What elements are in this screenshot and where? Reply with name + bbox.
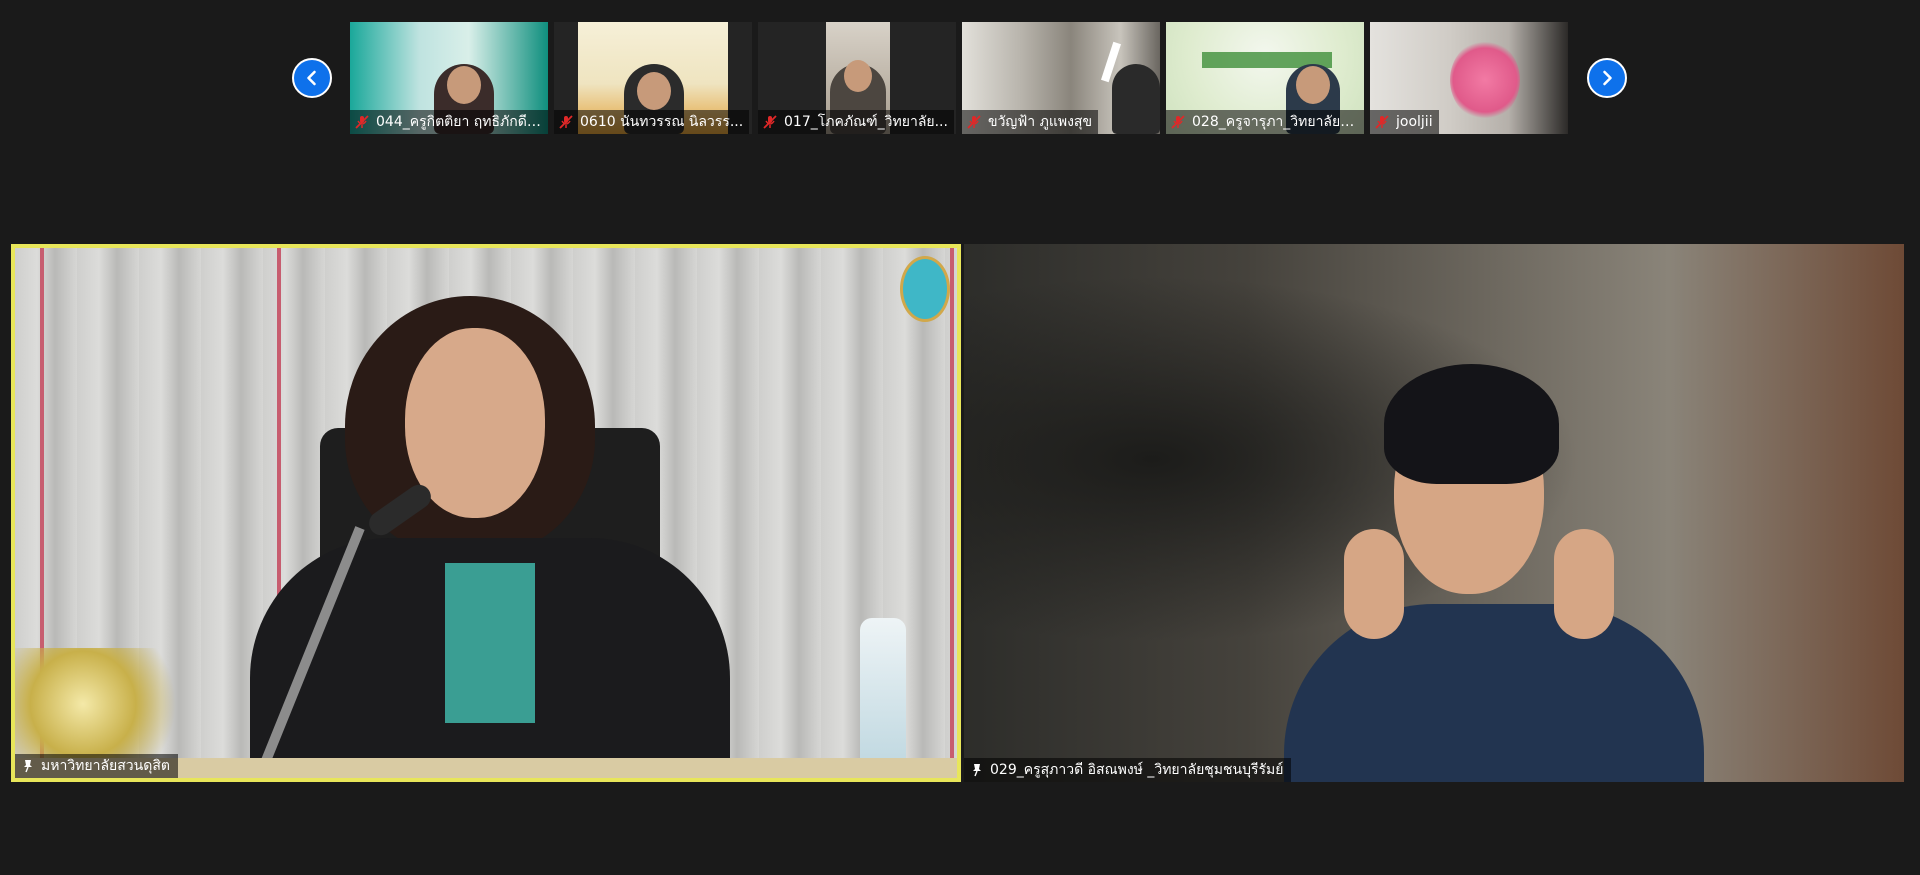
participant-name: 0610 นันทวรรณ นิลวรร... [580,114,744,130]
participant-thumbnail[interactable]: 017_โภคภัณฑ์_วิทยาลัย... [758,22,956,134]
microphone-muted-icon [1375,115,1389,129]
participant-name-label: 017_โภคภัณฑ์_วิทยาลัย... [758,110,954,134]
participant-thumbnail[interactable]: 028_ครูจารุภา_วิทยาลัยชุ... [1166,22,1364,134]
participant-name-label: 044_ครูกิตติยา ฤทธิภักดี_... [350,110,548,134]
chevron-left-icon [307,70,316,86]
participant-name: มหาวิทยาลัยสวนดุสิต [41,758,170,774]
chevron-right-icon [1603,70,1612,86]
participant-name: ขวัญฟ้า ภูแพงสุข [988,114,1093,130]
pin-icon [973,764,981,777]
participant-thumbnail[interactable]: ขวัญฟ้า ภูแพงสุข [962,22,1160,134]
participant-name-label: 0610 นันทวรรณ นิลวรร... [554,110,750,134]
participant-video-tile[interactable]: 029_ครูสุภาวดี อิสณพงษ์ _วิทยาลัยชุมชนบุ… [964,244,1904,782]
participant-thumbnail-strip: 044_ครูกิตติยา ฤทธิภักดี_... 0610 นันทวร… [0,0,1920,140]
microphone-muted-icon [355,115,369,129]
microphone-muted-icon [967,115,981,129]
pin-icon [24,760,32,773]
participant-name-label: 029_ครูสุภาวดี อิสณพงษ์ _วิทยาลัยชุมชนบุ… [964,758,1292,782]
participant-thumbnail[interactable]: 044_ครูกิตติยา ฤทธิภักดี_... [350,22,548,134]
participant-name-label: มหาวิทยาลัยสวนดุสิต [15,754,178,778]
institution-logo [900,256,950,322]
microphone-muted-icon [763,115,777,129]
participant-name-label: ขวัญฟ้า ภูแพงสุข [962,110,1099,134]
participant-name: 044_ครูกิตติยา ฤทธิภักดี_... [376,114,542,130]
active-speaker-video-tile[interactable]: มหาวิทยาลัยสวนดุสิต [11,244,961,782]
participant-thumbnail[interactable]: 0610 นันทวรรณ นิลวรร... [554,22,752,134]
participant-name: jooljii [1396,114,1433,130]
microphone-muted-icon [1171,115,1185,129]
participant-name-label: 028_ครูจารุภา_วิทยาลัยชุ... [1166,110,1364,134]
previous-page-button[interactable] [292,58,332,98]
participant-name: 029_ครูสุภาวดี อิสณพงษ์ _วิทยาลัยชุมชนบุ… [990,762,1284,778]
next-page-button[interactable] [1587,58,1627,98]
participant-name: 028_ครูจารุภา_วิทยาลัยชุ... [1192,114,1358,130]
participant-name: 017_โภคภัณฑ์_วิทยาลัย... [784,114,948,130]
microphone-muted-icon [559,115,573,129]
participant-thumbnail[interactable]: jooljii [1370,22,1568,134]
participant-name-label: jooljii [1370,110,1439,134]
